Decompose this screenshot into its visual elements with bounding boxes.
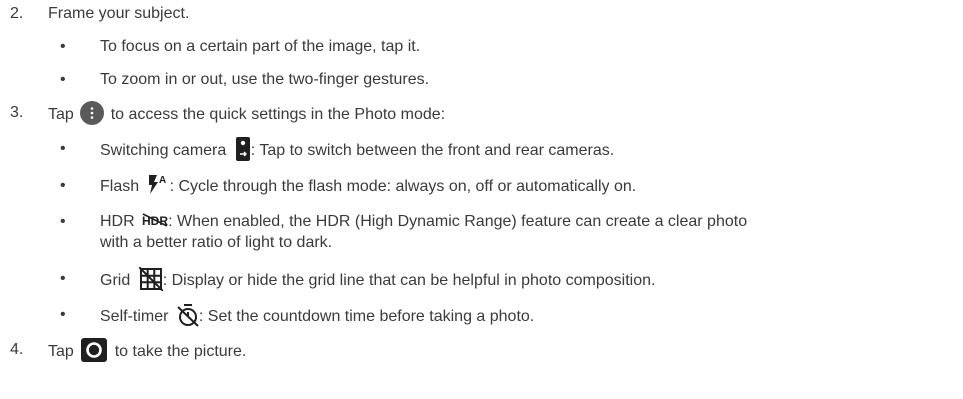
bullet-text: Self-timer : Set the countdown time befo… <box>100 303 535 329</box>
item-label: Switching camera <box>100 142 227 160</box>
bullet: • <box>60 177 66 194</box>
step-number: 2. <box>10 5 24 22</box>
item-desc: : Display or hide the grid line that can… <box>162 272 656 290</box>
item-desc: : Set the countdown time before taking a… <box>198 308 535 326</box>
step-text: Tap to take the picture. <box>48 338 247 364</box>
bullet: • <box>60 38 66 55</box>
item-label: Flash <box>100 178 140 196</box>
timer-off-icon <box>177 303 199 327</box>
flash-auto-icon: A <box>148 174 170 196</box>
item-label: HDR <box>100 213 135 230</box>
bullet: • <box>60 270 66 287</box>
step-text-before: Tap <box>48 343 74 361</box>
step-text-after: to take the picture. <box>114 343 247 361</box>
grid-off-icon <box>137 266 164 292</box>
step-text-after: to access the quick settings in the Phot… <box>110 106 446 124</box>
item-desc: : When enabled, the HDR (High Dynamic Ra… <box>168 213 748 230</box>
bullet: • <box>60 213 66 230</box>
bullet-text: Switching camera : Tap to switch between… <box>100 137 615 163</box>
bullet-text: To focus on a certain part of the image,… <box>100 38 421 55</box>
switch-camera-icon <box>235 137 251 161</box>
bullet: • <box>60 71 66 88</box>
bullet: • <box>60 140 66 157</box>
bullet-text: Flash A : Cycle through the flash mode: … <box>100 174 637 198</box>
bullet-text: with a better ratio of light to dark. <box>100 234 333 251</box>
step-number: 4. <box>10 341 24 358</box>
item-desc: : Tap to switch between the front and re… <box>250 142 615 160</box>
step-text: Frame your subject. <box>48 5 190 22</box>
step-number: 3. <box>10 104 24 121</box>
shutter-icon <box>81 338 108 362</box>
bullet-text: HDR HDR : When enabled, the HDR (High Dy… <box>100 212 747 232</box>
item-label: Self-timer <box>100 308 169 326</box>
more-options-icon <box>80 101 105 125</box>
bullet-text: Grid : Display or hide the grid line tha… <box>100 266 656 293</box>
step-text-before: Tap <box>48 106 74 124</box>
hdr-off-icon: HDR <box>142 212 168 228</box>
bullet-text: To zoom in or out, use the two-finger ge… <box>100 71 430 88</box>
bullet: • <box>60 306 66 323</box>
step-text: Tap to access the quick settings in the … <box>48 101 446 127</box>
item-desc: : Cycle through the flash mode: always o… <box>169 178 637 196</box>
item-label: Grid <box>100 272 131 290</box>
svg-text:A: A <box>159 175 166 186</box>
